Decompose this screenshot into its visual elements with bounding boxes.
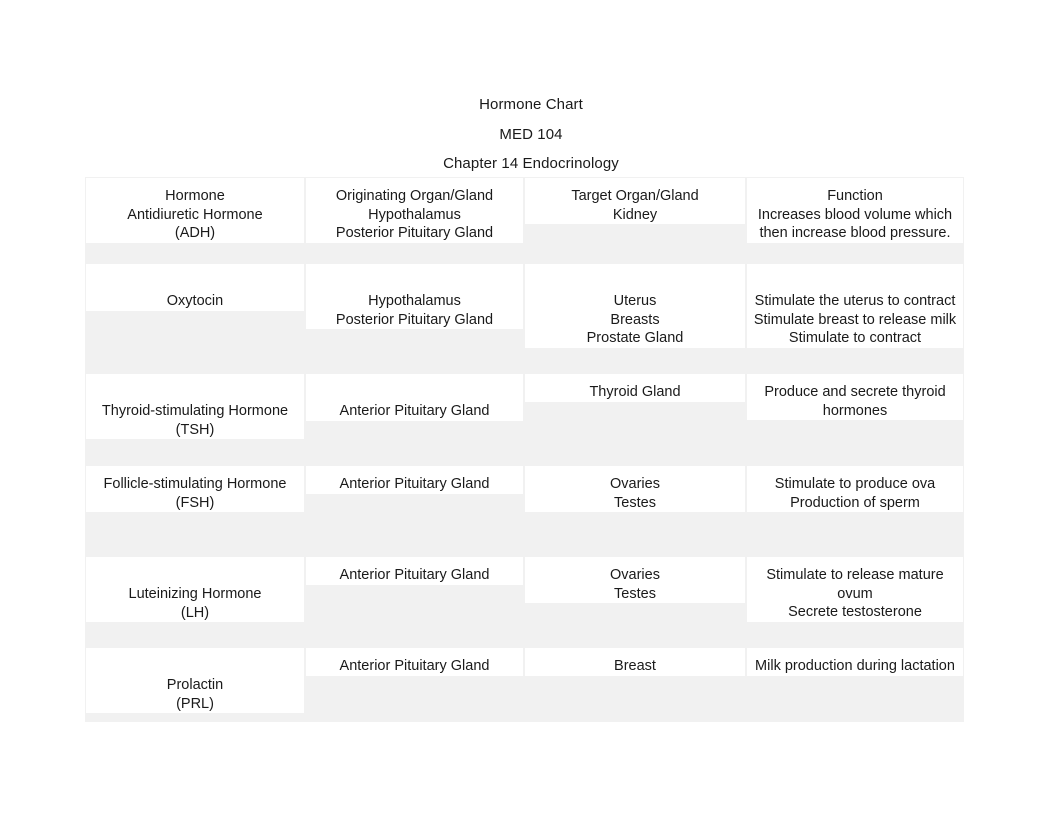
- document-page: Hormone Chart MED 104 Chapter 14 Endocri…: [0, 0, 1062, 822]
- function-line-2: hormones: [822, 402, 888, 419]
- cell-function: Stimulate to release mature ovum Secrete…: [746, 556, 964, 647]
- cell-target: Target Organ/Gland Kidney: [524, 177, 746, 263]
- column-header-hormone: Hormone: [165, 188, 225, 204]
- hormone-chart-table: Hormone Antidiuretic Hormone (ADH) Origi…: [85, 177, 964, 722]
- table-row: Luteinizing Hormone (LH) Anterior Pituit…: [85, 556, 964, 647]
- target-line-2: Testes: [614, 585, 656, 602]
- hormone-name-line-2: (TSH): [175, 421, 215, 438]
- cell-origin: Anterior Pituitary Gland: [305, 465, 524, 556]
- function-line-2: ovum: [837, 585, 873, 602]
- origin-line-1: Anterior Pituitary Gland: [339, 658, 490, 674]
- page-title: Hormone Chart: [479, 96, 583, 113]
- cell-origin: Hypothalamus Posterior Pituitary Gland: [305, 263, 524, 373]
- cell-target: Thyroid Gland: [524, 373, 746, 465]
- chapter-subtitle: Chapter 14 Endocrinology: [443, 155, 619, 172]
- origin-line-1: Anterior Pituitary Gland: [339, 567, 490, 583]
- target-line-3: Prostate Gland: [586, 330, 684, 347]
- target-line-1: Ovaries: [610, 567, 660, 583]
- function-line-1: Stimulate to produce ova: [774, 476, 936, 492]
- table-row: Follicle-stimulating Hormone (FSH) Anter…: [85, 465, 964, 556]
- cell-origin: Anterior Pituitary Gland: [305, 556, 524, 647]
- table-row: Oxytocin Hypothalamus Posterior Pituitar…: [85, 263, 964, 373]
- cell-function: Stimulate to produce ova Production of s…: [746, 465, 964, 556]
- origin-line-1: Hypothalamus: [368, 206, 461, 223]
- hormone-name-line-1: Thyroid-stimulating Hormone: [101, 403, 289, 419]
- origin-line-1: Hypothalamus: [368, 293, 461, 309]
- hormone-name-line-2: (PRL): [176, 695, 214, 712]
- column-header-function: Function: [827, 188, 883, 204]
- cell-target: Ovaries Testes: [524, 465, 746, 556]
- table-row: Thyroid-stimulating Hormone (TSH) Anteri…: [85, 373, 964, 465]
- cell-hormone: Hormone Antidiuretic Hormone (ADH): [85, 177, 305, 263]
- cell-target: Uterus Breasts Prostate Gland: [524, 263, 746, 373]
- cell-hormone: Thyroid-stimulating Hormone (TSH): [85, 373, 305, 465]
- function-line-1: Milk production during lactation: [755, 658, 955, 674]
- cell-hormone: Follicle-stimulating Hormone (FSH): [85, 465, 305, 556]
- function-line-3: Stimulate to contract: [788, 330, 922, 347]
- target-line-1: Uterus: [613, 293, 657, 309]
- cell-target: Ovaries Testes: [524, 556, 746, 647]
- function-line-2: Stimulate breast to release milk: [753, 311, 957, 328]
- document-headings: Hormone Chart MED 104 Chapter 14 Endocri…: [0, 90, 1062, 179]
- hormone-name-line-2: (FSH): [175, 494, 215, 511]
- column-header-target: Target Organ/Gland: [571, 188, 699, 204]
- table-row: Prolactin (PRL) Anterior Pituitary Gland…: [85, 647, 964, 722]
- function-line-1: Produce and secrete thyroid: [764, 384, 946, 400]
- table-row: Hormone Antidiuretic Hormone (ADH) Origi…: [85, 177, 964, 263]
- hormone-name-line-1: Antidiuretic Hormone: [127, 206, 263, 223]
- cell-origin: Anterior Pituitary Gland: [305, 647, 524, 722]
- target-line-2: Breasts: [610, 311, 660, 328]
- target-line-1: Ovaries: [610, 476, 660, 492]
- function-line-3: Secrete testosterone: [788, 604, 922, 621]
- target-line-1: Breast: [614, 658, 656, 674]
- target-line-1: Kidney: [612, 206, 658, 223]
- cell-hormone: Prolactin (PRL): [85, 647, 305, 722]
- function-line-1: Increases blood volume which: [757, 206, 953, 223]
- hormone-name-line-2: (LH): [180, 604, 210, 621]
- cell-hormone: Luteinizing Hormone (LH): [85, 556, 305, 647]
- origin-line-1: Anterior Pituitary Gland: [339, 403, 490, 419]
- hormone-name-line-1: Follicle-stimulating Hormone: [103, 476, 287, 492]
- origin-line-1: Anterior Pituitary Gland: [339, 476, 490, 492]
- cell-hormone: Oxytocin: [85, 263, 305, 373]
- origin-line-2: Posterior Pituitary Gland: [335, 311, 494, 328]
- hormone-name-line-2: (ADH): [174, 225, 216, 242]
- target-line-1: Thyroid Gland: [589, 384, 681, 400]
- cell-function: Produce and secrete thyroid hormones: [746, 373, 964, 465]
- course-code: MED 104: [499, 125, 563, 143]
- cell-target: Breast: [524, 647, 746, 722]
- origin-line-2: Posterior Pituitary Gland: [335, 225, 494, 242]
- function-line-2: Production of sperm: [790, 494, 920, 511]
- function-line-1: Stimulate to release mature: [766, 567, 944, 583]
- cell-origin: Anterior Pituitary Gland: [305, 373, 524, 465]
- hormone-name-line-1: Luteinizing Hormone: [128, 586, 262, 602]
- hormone-name-line-1: Prolactin: [166, 677, 224, 693]
- cell-function: Stimulate the uterus to contract Stimula…: [746, 263, 964, 373]
- cell-function: Function Increases blood volume which th…: [746, 177, 964, 263]
- hormone-name-line-1: Oxytocin: [166, 293, 224, 309]
- function-line-2: then increase blood pressure.: [759, 225, 951, 242]
- cell-function: Milk production during lactation: [746, 647, 964, 722]
- column-header-origin: Originating Organ/Gland: [335, 188, 494, 204]
- target-line-2: Testes: [614, 494, 656, 511]
- cell-origin: Originating Organ/Gland Hypothalamus Pos…: [305, 177, 524, 263]
- function-line-1: Stimulate the uterus to contract: [754, 293, 956, 309]
